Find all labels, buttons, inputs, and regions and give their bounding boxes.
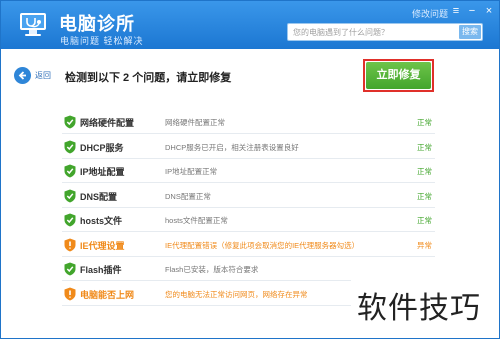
- app-title: 电脑诊所: [59, 14, 135, 34]
- back-button[interactable]: [14, 67, 31, 84]
- result-status: 正常: [417, 191, 432, 201]
- result-detail: DNS配置正常: [165, 191, 211, 201]
- shield-check-icon: [64, 115, 76, 129]
- monitor-stethoscope-icon: [20, 13, 46, 36]
- menu-icon[interactable]: ≡: [449, 5, 463, 17]
- result-status: 正常: [417, 118, 432, 127]
- result-detail: 您的电脑无法正常访问网页，网络存在异常: [165, 289, 308, 299]
- search-input[interactable]: [288, 24, 458, 40]
- result-detail: Flash已安装，版本符合要求: [165, 265, 259, 274]
- result-detail: 网络硬件配置正常: [165, 118, 225, 127]
- result-detail: hosts文件配置正常: [165, 216, 228, 225]
- result-name: DHCP服务: [80, 142, 124, 153]
- result-name: DNS配置: [80, 191, 118, 202]
- shield-check-icon: [64, 213, 76, 227]
- shield-check-icon: [64, 189, 76, 202]
- close-icon[interactable]: ×: [482, 5, 496, 17]
- result-status: 正常: [417, 142, 432, 152]
- shield-check-icon: [64, 164, 76, 178]
- app-subtitle: 电脑问题 轻松解决: [60, 36, 144, 46]
- app-window: 电脑诊所 电脑问题 轻松解决 修改问题 ≡ − × 搜索 返回 检测到以下 2 …: [0, 0, 500, 339]
- result-detail: IP地址配置正常: [165, 167, 218, 176]
- result-row: IE代理设置 IE代理配置错误（修复此项会取消您的IE代理服务器勾选） 异常: [62, 233, 435, 257]
- shield-check-icon: [64, 262, 76, 276]
- back-link[interactable]: 返回: [35, 70, 51, 81]
- result-detail: IE代理配置错误（修复此项会取消您的IE代理服务器勾选）: [165, 240, 360, 250]
- search-button[interactable]: 搜索: [459, 25, 481, 39]
- arrow-left-icon: [18, 71, 26, 80]
- watermark-text: 软件技巧: [357, 291, 481, 326]
- result-status: 异常: [417, 240, 432, 250]
- result-status: 正常: [417, 167, 432, 176]
- shield-warning-icon: [64, 238, 76, 251]
- result-name: hosts文件: [80, 216, 123, 226]
- result-name: 网络硬件配置: [80, 118, 135, 128]
- shield-check-icon: [64, 140, 76, 153]
- result-detail: DHCP服务已开启，相关注册表设置良好: [165, 142, 299, 152]
- result-row: DNS配置 DNS配置正常 正常: [62, 184, 435, 208]
- result-status: 正常: [417, 216, 432, 225]
- title-bar: 电脑诊所 电脑问题 轻松解决 修改问题 ≡ − × 搜索: [1, 1, 499, 49]
- diagnosis-summary: 检测到以下 2 个问题，请立即修复: [65, 72, 232, 84]
- watermark: 软件技巧: [351, 267, 499, 338]
- shield-warning-icon: [64, 287, 76, 300]
- search-box: 搜索: [287, 23, 483, 41]
- result-name: Flash插件: [80, 265, 122, 275]
- result-name: 电脑能否上网: [80, 289, 135, 300]
- modify-question-link[interactable]: 修改问题: [412, 7, 448, 20]
- minimize-icon[interactable]: −: [465, 5, 479, 17]
- result-row: hosts文件 hosts文件配置正常 正常: [62, 208, 435, 232]
- result-row: IP地址配置 IP地址配置正常 正常: [62, 159, 435, 183]
- result-name: IP地址配置: [80, 167, 125, 177]
- result-row: DHCP服务 DHCP服务已开启，相关注册表设置良好 正常: [62, 135, 435, 159]
- result-row: 网络硬件配置 网络硬件配置正常 正常: [62, 110, 435, 134]
- result-name: IE代理设置: [80, 240, 125, 251]
- fix-now-button[interactable]: 立即修复: [366, 62, 431, 89]
